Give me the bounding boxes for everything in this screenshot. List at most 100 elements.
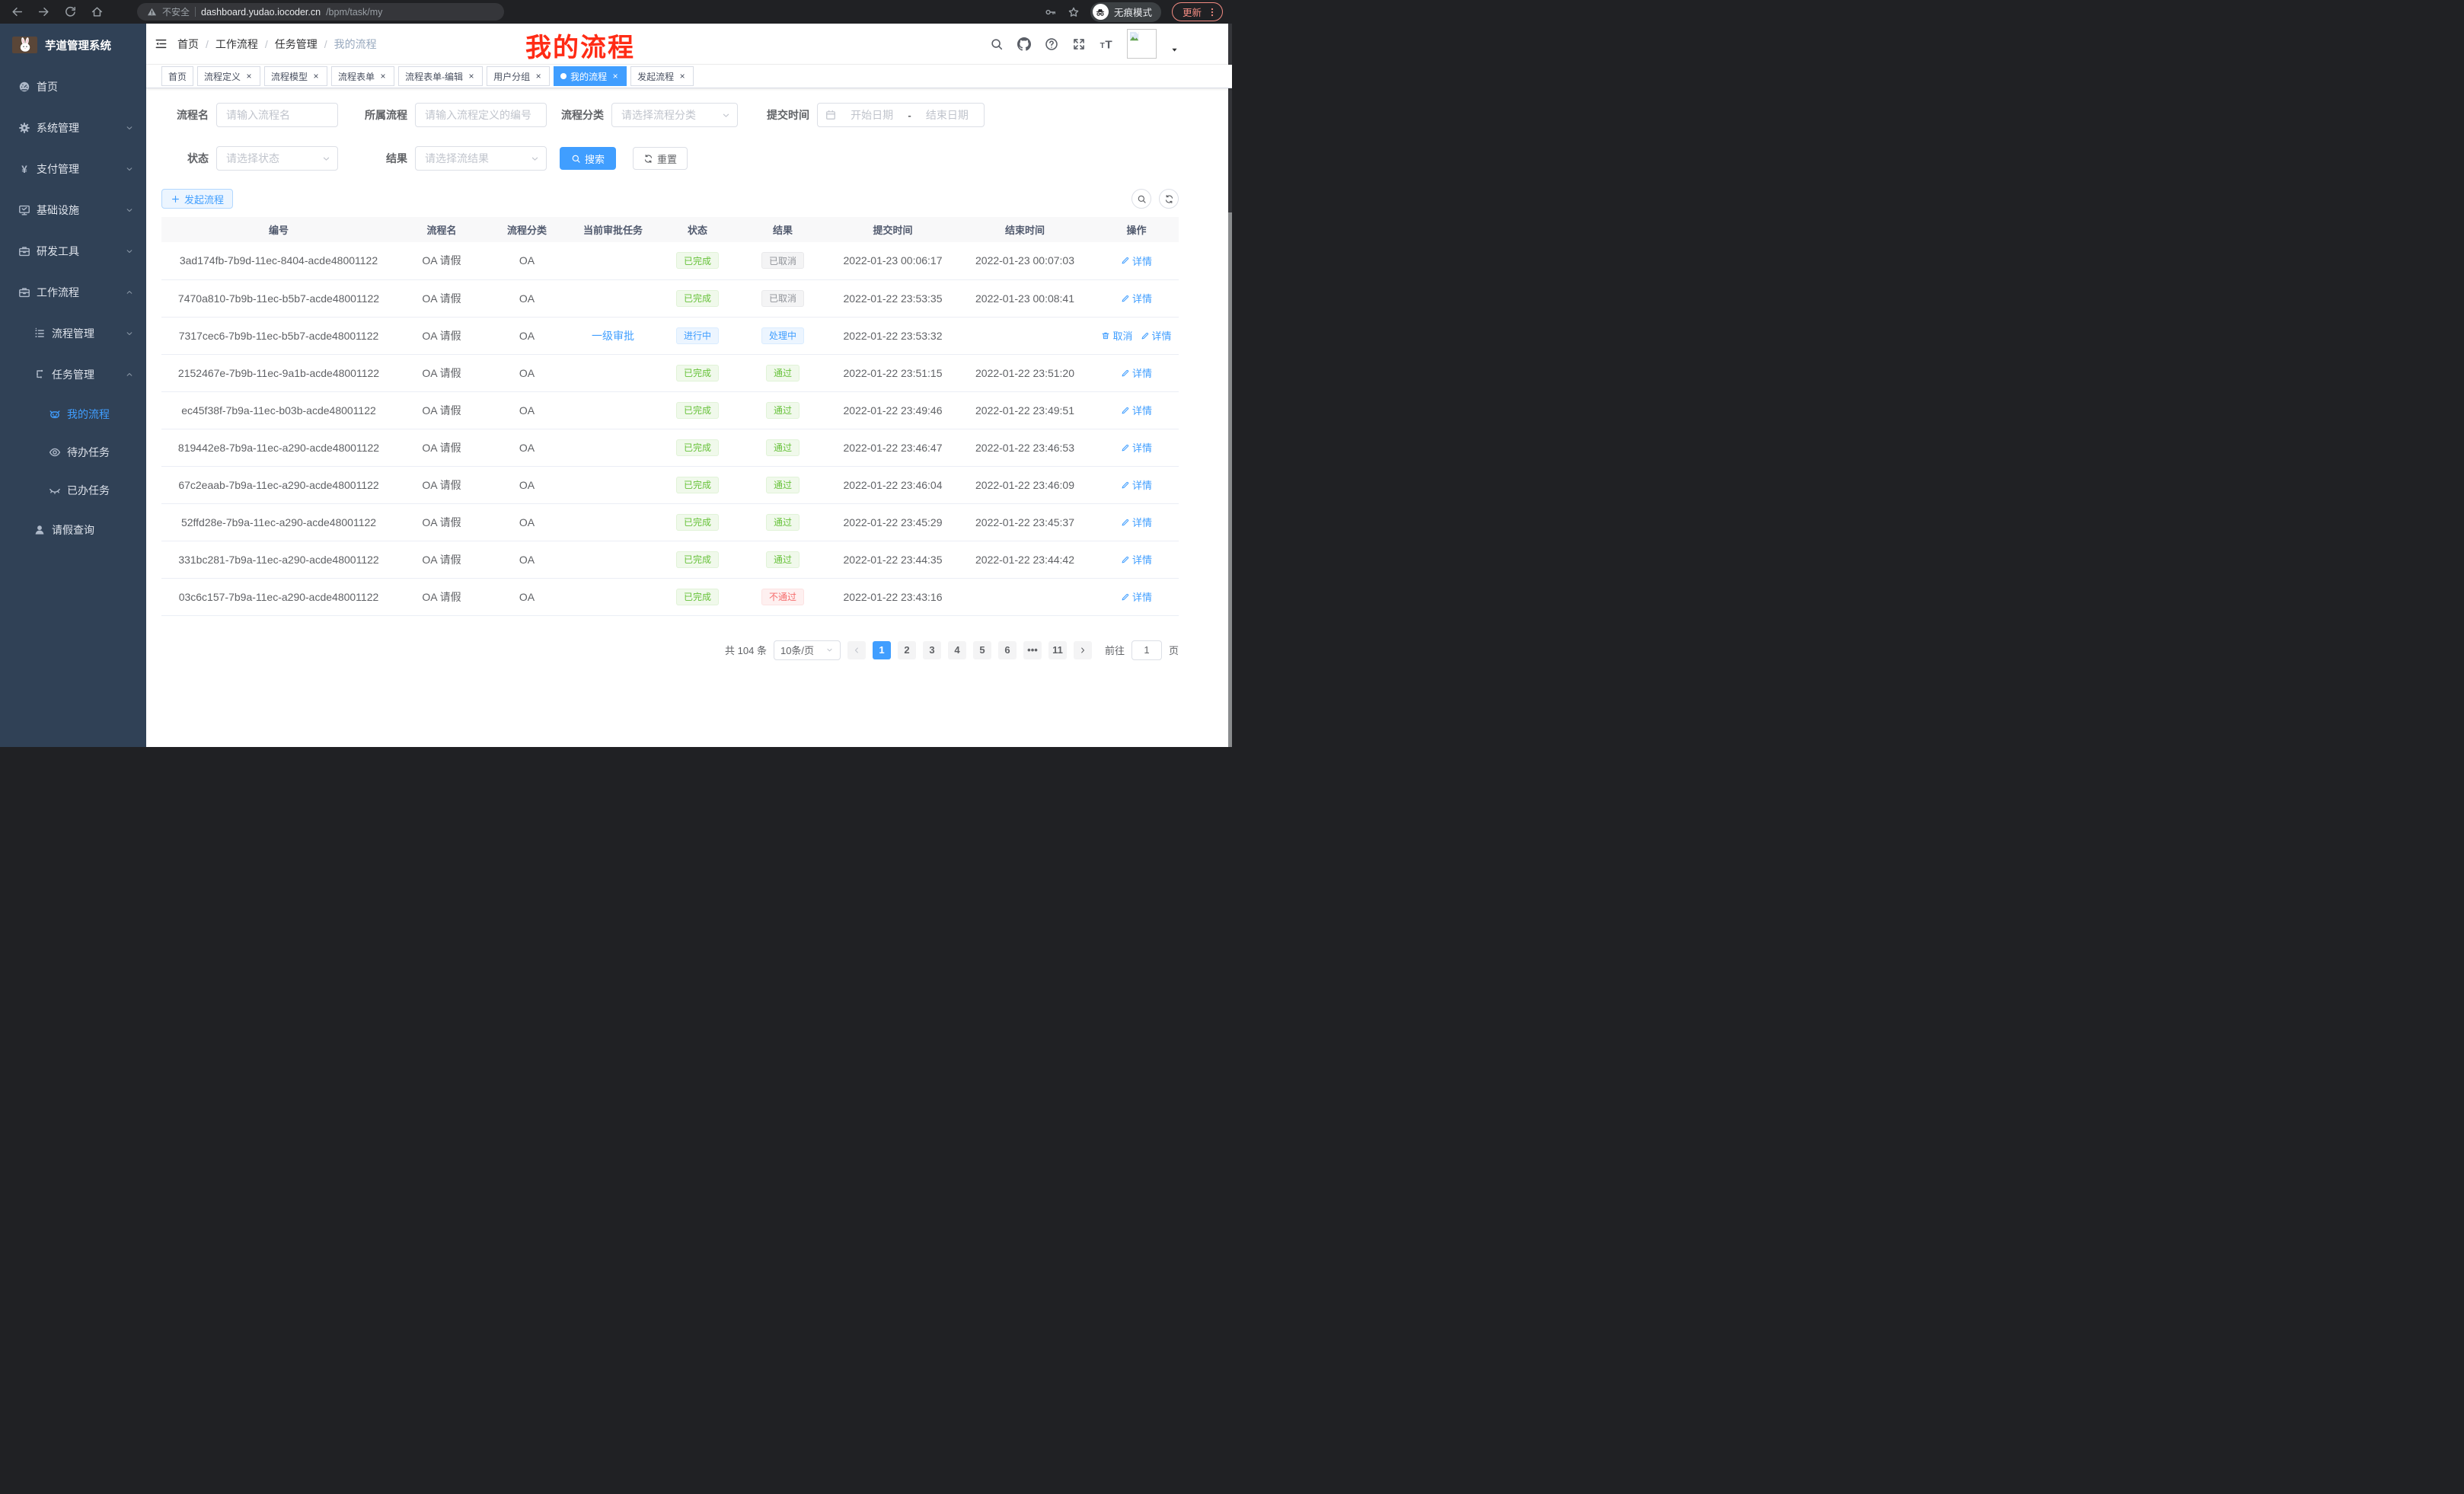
detail-link[interactable]: 详情 xyxy=(1121,515,1152,529)
tab-流程模型[interactable]: 流程模型× xyxy=(264,66,327,86)
help-icon[interactable] xyxy=(1045,37,1058,51)
chevron-left-icon xyxy=(852,646,861,655)
prev-page-button[interactable] xyxy=(847,641,866,659)
address-bar[interactable]: 不安全 dashboard.yudao.iocoder.cn/bpm/task/… xyxy=(137,3,504,21)
tab-流程定义[interactable]: 流程定义× xyxy=(197,66,260,86)
breadcrumb-item[interactable]: 任务管理 xyxy=(275,37,318,52)
page-button-3[interactable]: 3 xyxy=(923,641,941,659)
search-button[interactable]: 搜索 xyxy=(560,147,616,170)
logo-rabbit-image xyxy=(12,37,37,53)
browser-menu-icon[interactable] xyxy=(1207,7,1218,18)
sidebar-item-已办任务[interactable]: 已办任务 xyxy=(0,471,146,509)
breadcrumb-separator: / xyxy=(324,38,327,50)
detail-link[interactable]: 详情 xyxy=(1121,589,1152,604)
tab-close-icon[interactable]: × xyxy=(611,72,620,81)
tab-用户分组[interactable]: 用户分组× xyxy=(487,66,550,86)
sidebar-item-系统管理[interactable]: 系统管理 xyxy=(0,107,146,148)
breadcrumb-item[interactable]: 工作流程 xyxy=(215,37,258,52)
password-key-icon[interactable] xyxy=(1045,6,1057,18)
sidebar-item-流程管理[interactable]: 流程管理 xyxy=(0,313,146,354)
tab-流程表单-编辑[interactable]: 流程表单-编辑× xyxy=(398,66,483,86)
task-link[interactable]: 一级审批 xyxy=(592,330,634,342)
table-row: 7317cec6-7b9b-11ec-b5b7-acde48001122OA 请… xyxy=(161,317,1179,354)
detail-link[interactable]: 详情 xyxy=(1121,291,1152,305)
sidebar-item-我的流程[interactable]: 我的流程 xyxy=(0,395,146,433)
show-search-button[interactable] xyxy=(1131,189,1151,209)
menu-fold-icon[interactable] xyxy=(155,37,168,50)
detail-link[interactable]: 详情 xyxy=(1121,440,1152,455)
sidebar-item-基础设施[interactable]: 基础设施 xyxy=(0,190,146,231)
process-name-input[interactable] xyxy=(216,103,338,127)
column-header-流程分类: 流程分类 xyxy=(487,217,567,242)
update-button[interactable]: 更新 xyxy=(1172,2,1223,21)
tab-close-icon[interactable]: × xyxy=(311,72,321,81)
category-select[interactable]: 请选择流程分类 xyxy=(611,103,738,127)
sidebar-item-工作流程[interactable]: 工作流程 xyxy=(0,272,146,313)
refresh-table-button[interactable] xyxy=(1159,189,1179,209)
page-ellipsis[interactable]: ••• xyxy=(1023,641,1042,659)
detail-link[interactable]: 详情 xyxy=(1121,254,1152,268)
sidebar-item-支付管理[interactable]: ¥支付管理 xyxy=(0,148,146,190)
sidebar-item-首页[interactable]: 首页 xyxy=(0,66,146,107)
tab-label: 流程模型 xyxy=(271,70,308,83)
tab-close-icon[interactable]: × xyxy=(244,72,254,81)
page-button-1[interactable]: 1 xyxy=(873,641,891,659)
reload-icon[interactable] xyxy=(64,5,77,18)
status-badge: 已完成 xyxy=(676,252,719,269)
back-icon[interactable] xyxy=(11,5,24,18)
sidebar-item-任务管理[interactable]: 任务管理 xyxy=(0,354,146,395)
page-button-4[interactable]: 4 xyxy=(948,641,966,659)
cell-result: 已取消 xyxy=(736,242,830,279)
github-icon[interactable] xyxy=(1017,37,1031,51)
page-button-6[interactable]: 6 xyxy=(998,641,1017,659)
page-size-select[interactable]: 10条/页 xyxy=(774,640,841,660)
sidebar-item-研发工具[interactable]: 研发工具 xyxy=(0,231,146,272)
detail-link[interactable]: 详情 xyxy=(1121,477,1152,492)
tab-流程表单[interactable]: 流程表单× xyxy=(331,66,394,86)
font-size-icon[interactable]: TT xyxy=(1100,37,1113,51)
process-definition-input[interactable] xyxy=(415,103,547,127)
user-menu-caret-icon[interactable] xyxy=(1170,46,1179,54)
app-logo[interactable]: 芋道管理系统 xyxy=(0,24,146,66)
next-page-button[interactable] xyxy=(1074,641,1092,659)
sidebar-item-待办任务[interactable]: 待办任务 xyxy=(0,433,146,471)
sidebar-item-请假查询[interactable]: 请假查询 xyxy=(0,509,146,551)
home-icon[interactable] xyxy=(91,5,104,18)
detail-link[interactable]: 详情 xyxy=(1121,552,1152,567)
avatar[interactable] xyxy=(1127,29,1157,59)
cell-id: 819442e8-7b9a-11ec-a290-acde48001122 xyxy=(161,429,396,466)
edit-icon xyxy=(1121,480,1130,490)
tab-close-icon[interactable]: × xyxy=(534,72,543,81)
reset-button[interactable]: 重置 xyxy=(633,147,688,170)
cell-result: 处理中 xyxy=(736,317,830,354)
page-button-5[interactable]: 5 xyxy=(973,641,991,659)
cell-submit-time: 2022-01-22 23:53:32 xyxy=(830,317,956,354)
bookmark-star-icon[interactable] xyxy=(1068,6,1080,18)
cell-actions: 详情 xyxy=(1094,354,1179,391)
result-select[interactable]: 请选择流结果 xyxy=(415,146,547,171)
forward-icon[interactable] xyxy=(37,5,50,18)
create-process-button[interactable]: 发起流程 xyxy=(161,189,233,209)
tab-发起流程[interactable]: 发起流程× xyxy=(630,66,694,86)
tab-首页[interactable]: 首页 xyxy=(161,66,193,86)
fullscreen-icon[interactable] xyxy=(1072,37,1086,51)
page-button-2[interactable]: 2 xyxy=(898,641,916,659)
search-icon[interactable] xyxy=(990,37,1004,51)
tab-close-icon[interactable]: × xyxy=(467,72,476,81)
breadcrumb-item[interactable]: 首页 xyxy=(177,37,199,52)
goto-page-input[interactable] xyxy=(1131,640,1162,660)
cell-end-time xyxy=(956,317,1094,354)
cancel-link[interactable]: 取消 xyxy=(1101,328,1132,343)
date-range-picker[interactable]: 开始日期 - 结束日期 xyxy=(817,103,985,127)
top-bar: 首页/工作流程/任务管理/我的流程 我的流程 TT xyxy=(146,24,1232,65)
tab-我的流程[interactable]: 我的流程× xyxy=(554,66,627,86)
detail-link[interactable]: 详情 xyxy=(1141,328,1172,343)
detail-link[interactable]: 详情 xyxy=(1121,366,1152,380)
page-button-11[interactable]: 11 xyxy=(1048,641,1067,659)
status-select[interactable]: 请选择状态 xyxy=(216,146,338,171)
cell-end-time: 2022-01-23 00:08:41 xyxy=(956,279,1094,317)
detail-link[interactable]: 详情 xyxy=(1121,403,1152,417)
scrollbar-thumb[interactable] xyxy=(1228,24,1232,212)
tab-close-icon[interactable]: × xyxy=(378,72,388,81)
tab-close-icon[interactable]: × xyxy=(678,72,687,81)
